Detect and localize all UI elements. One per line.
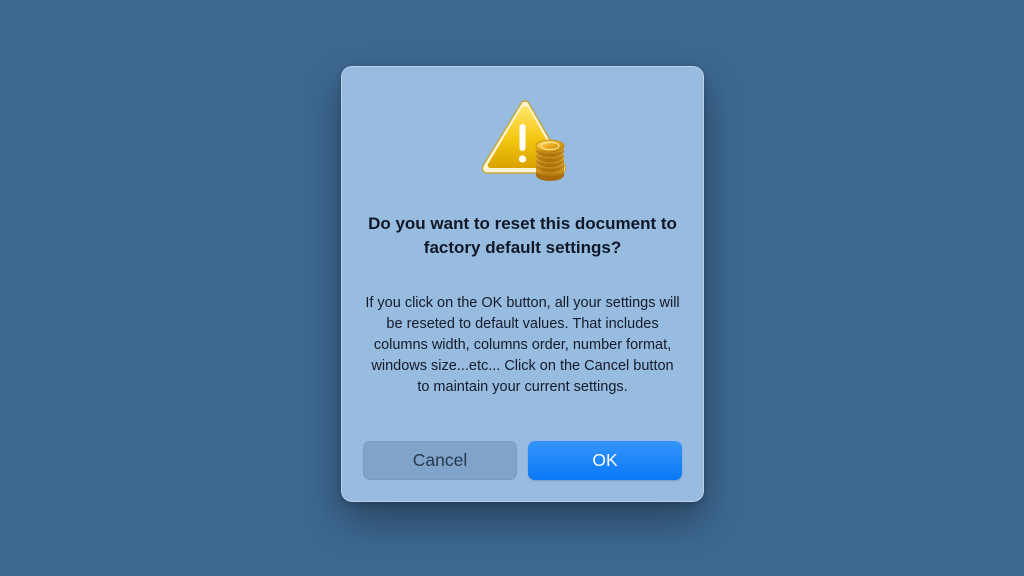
dialog-message: If you click on the OK button, all your … bbox=[365, 295, 680, 395]
ok-button[interactable]: OK bbox=[528, 441, 682, 480]
cancel-button[interactable]: Cancel bbox=[363, 441, 517, 480]
warning-triangle-with-coins-icon bbox=[481, 100, 567, 181]
dialog-title: Do you want to reset this document to fa… bbox=[368, 214, 677, 257]
reset-settings-dialog: Do you want to reset this document to fa… bbox=[341, 66, 704, 502]
